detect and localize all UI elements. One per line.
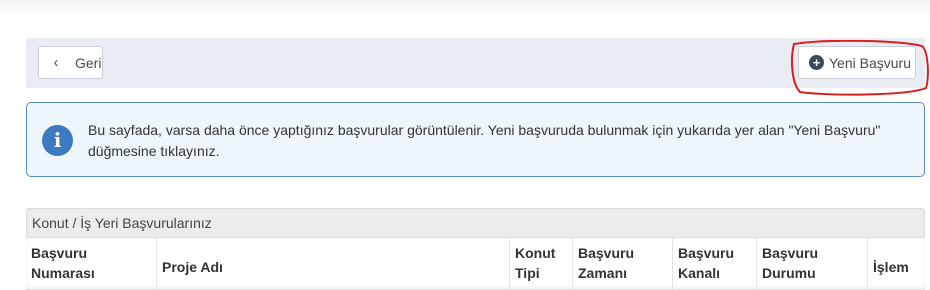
table-header: Başvuru Numarası Proje Adı Konut Tipi Başv… [26, 238, 925, 290]
panel-title: Konut / İş Yeri Başvurularınız [26, 208, 925, 238]
action-bar: ‹ Geri + Yeni Başvuru [26, 38, 925, 88]
column-header-application-number[interactable]: Başvuru Numarası [26, 238, 156, 290]
new-application-button[interactable]: + Yeni Başvuru [798, 46, 916, 79]
info-alert: i Bu sayfada, varsa daha önce yaptığınız… [26, 102, 925, 177]
info-message: Bu sayfada, varsa daha önce yaptığınız b… [88, 122, 881, 159]
info-icon: i [42, 125, 73, 156]
column-header-application-status[interactable]: Başvuru Durumu [756, 238, 867, 290]
column-header-unit-type[interactable]: Konut Tipi [509, 238, 572, 290]
back-button[interactable]: ‹ Geri [38, 46, 103, 79]
column-header-project-name[interactable]: Proje Adı [156, 238, 509, 290]
column-header-action[interactable]: İşlem [867, 238, 925, 290]
column-header-application-channel[interactable]: Başvuru Kanalı [672, 238, 756, 290]
plus-circle-icon: + [809, 55, 824, 70]
chevron-left-icon: ‹ [53, 54, 59, 71]
column-header-application-time[interactable]: Başvuru Zamanı [572, 238, 672, 290]
new-application-label: Yeni Başvuru [829, 54, 911, 71]
top-shadow [0, 0, 930, 22]
back-button-label: Geri [75, 54, 102, 71]
